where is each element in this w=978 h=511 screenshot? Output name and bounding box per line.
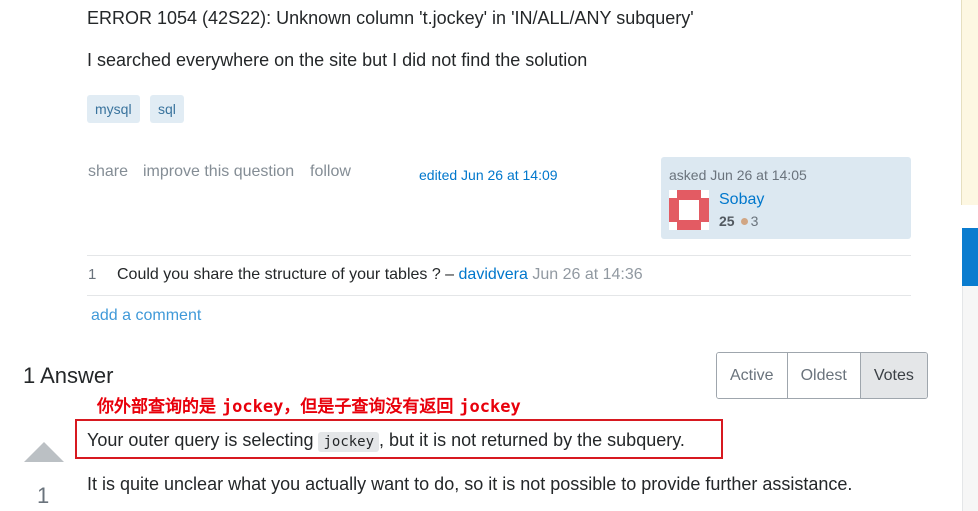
answer-line-1: Your outer query is selecting jockey, bu… <box>87 430 685 452</box>
error-message-line: ERROR 1054 (42S22): Unknown column 't.jo… <box>87 8 694 28</box>
question-body-line: I searched everywhere on the site but I … <box>87 50 588 70</box>
owner-card: asked Jun 26 at 14:05 Sobay 25 3 <box>661 157 911 239</box>
sort-oldest-button[interactable]: Oldest <box>787 353 861 398</box>
sidebar-edge-blue <box>962 228 978 286</box>
answer-line-1-start: Your outer query is selecting <box>87 430 319 450</box>
comment-row: 1 Could you share the structure of your … <box>87 255 911 296</box>
avatar-pattern <box>701 190 709 198</box>
annotation-prefix: 你外部查询的是 <box>97 397 222 417</box>
comment-user-link[interactable]: davidvera <box>459 266 528 283</box>
reputation-score: 25 <box>719 213 735 229</box>
annotation-keyword: jockey <box>459 397 521 417</box>
bronze-badge-icon <box>740 218 748 226</box>
avatar-pattern <box>679 200 699 220</box>
avatar-pattern <box>701 222 709 230</box>
inline-code: jockey <box>318 432 380 452</box>
annotation-keyword: jockey <box>221 397 284 417</box>
bronze-badge-count: 3 <box>750 213 759 229</box>
comment-text: Could you share the structure of your ta… <box>117 266 459 283</box>
comment-date: Jun 26 at 14:36 <box>527 266 643 283</box>
answer-sort-tabs: Active Oldest Votes <box>716 352 928 399</box>
asked-timestamp: asked Jun 26 at 14:05 <box>669 167 807 183</box>
comment-body: Could you share the structure of your ta… <box>117 266 643 284</box>
answer-line-2: It is quite unclear what you actually wa… <box>87 474 853 494</box>
tag-mysql[interactable]: mysql <box>87 95 140 123</box>
add-comment-link[interactable]: add a comment <box>91 307 201 325</box>
annotation-middle: ，但是子查询没有返回 <box>283 397 460 417</box>
improve-question-link[interactable]: improve this question <box>143 163 294 181</box>
owner-reputation: 25 3 <box>719 213 758 229</box>
vote-count: 1 <box>37 483 50 508</box>
answers-count-title: 1 Answer <box>23 363 114 388</box>
annotation-text: 你外部查询的是 jockey，但是子查询没有返回 jockey <box>97 392 521 417</box>
avatar-pattern <box>669 190 677 198</box>
answer-line-1-end: , but it is not returned by the subquery… <box>379 430 685 450</box>
edited-link[interactable]: edited Jun 26 at 14:09 <box>419 167 558 183</box>
avatar[interactable] <box>669 190 709 230</box>
sidebar-edge-grey <box>962 286 978 511</box>
avatar-pattern <box>669 222 677 230</box>
sort-active-button[interactable]: Active <box>717 353 788 398</box>
share-link[interactable]: share <box>88 163 128 181</box>
sidebar-edge-yellow <box>961 0 978 205</box>
follow-link[interactable]: follow <box>310 163 351 181</box>
owner-username[interactable]: Sobay <box>719 191 764 209</box>
sort-votes-button[interactable]: Votes <box>860 353 927 398</box>
tag-sql[interactable]: sql <box>150 95 184 123</box>
upvote-arrow-icon[interactable] <box>24 442 64 462</box>
comment-score: 1 <box>88 266 97 283</box>
